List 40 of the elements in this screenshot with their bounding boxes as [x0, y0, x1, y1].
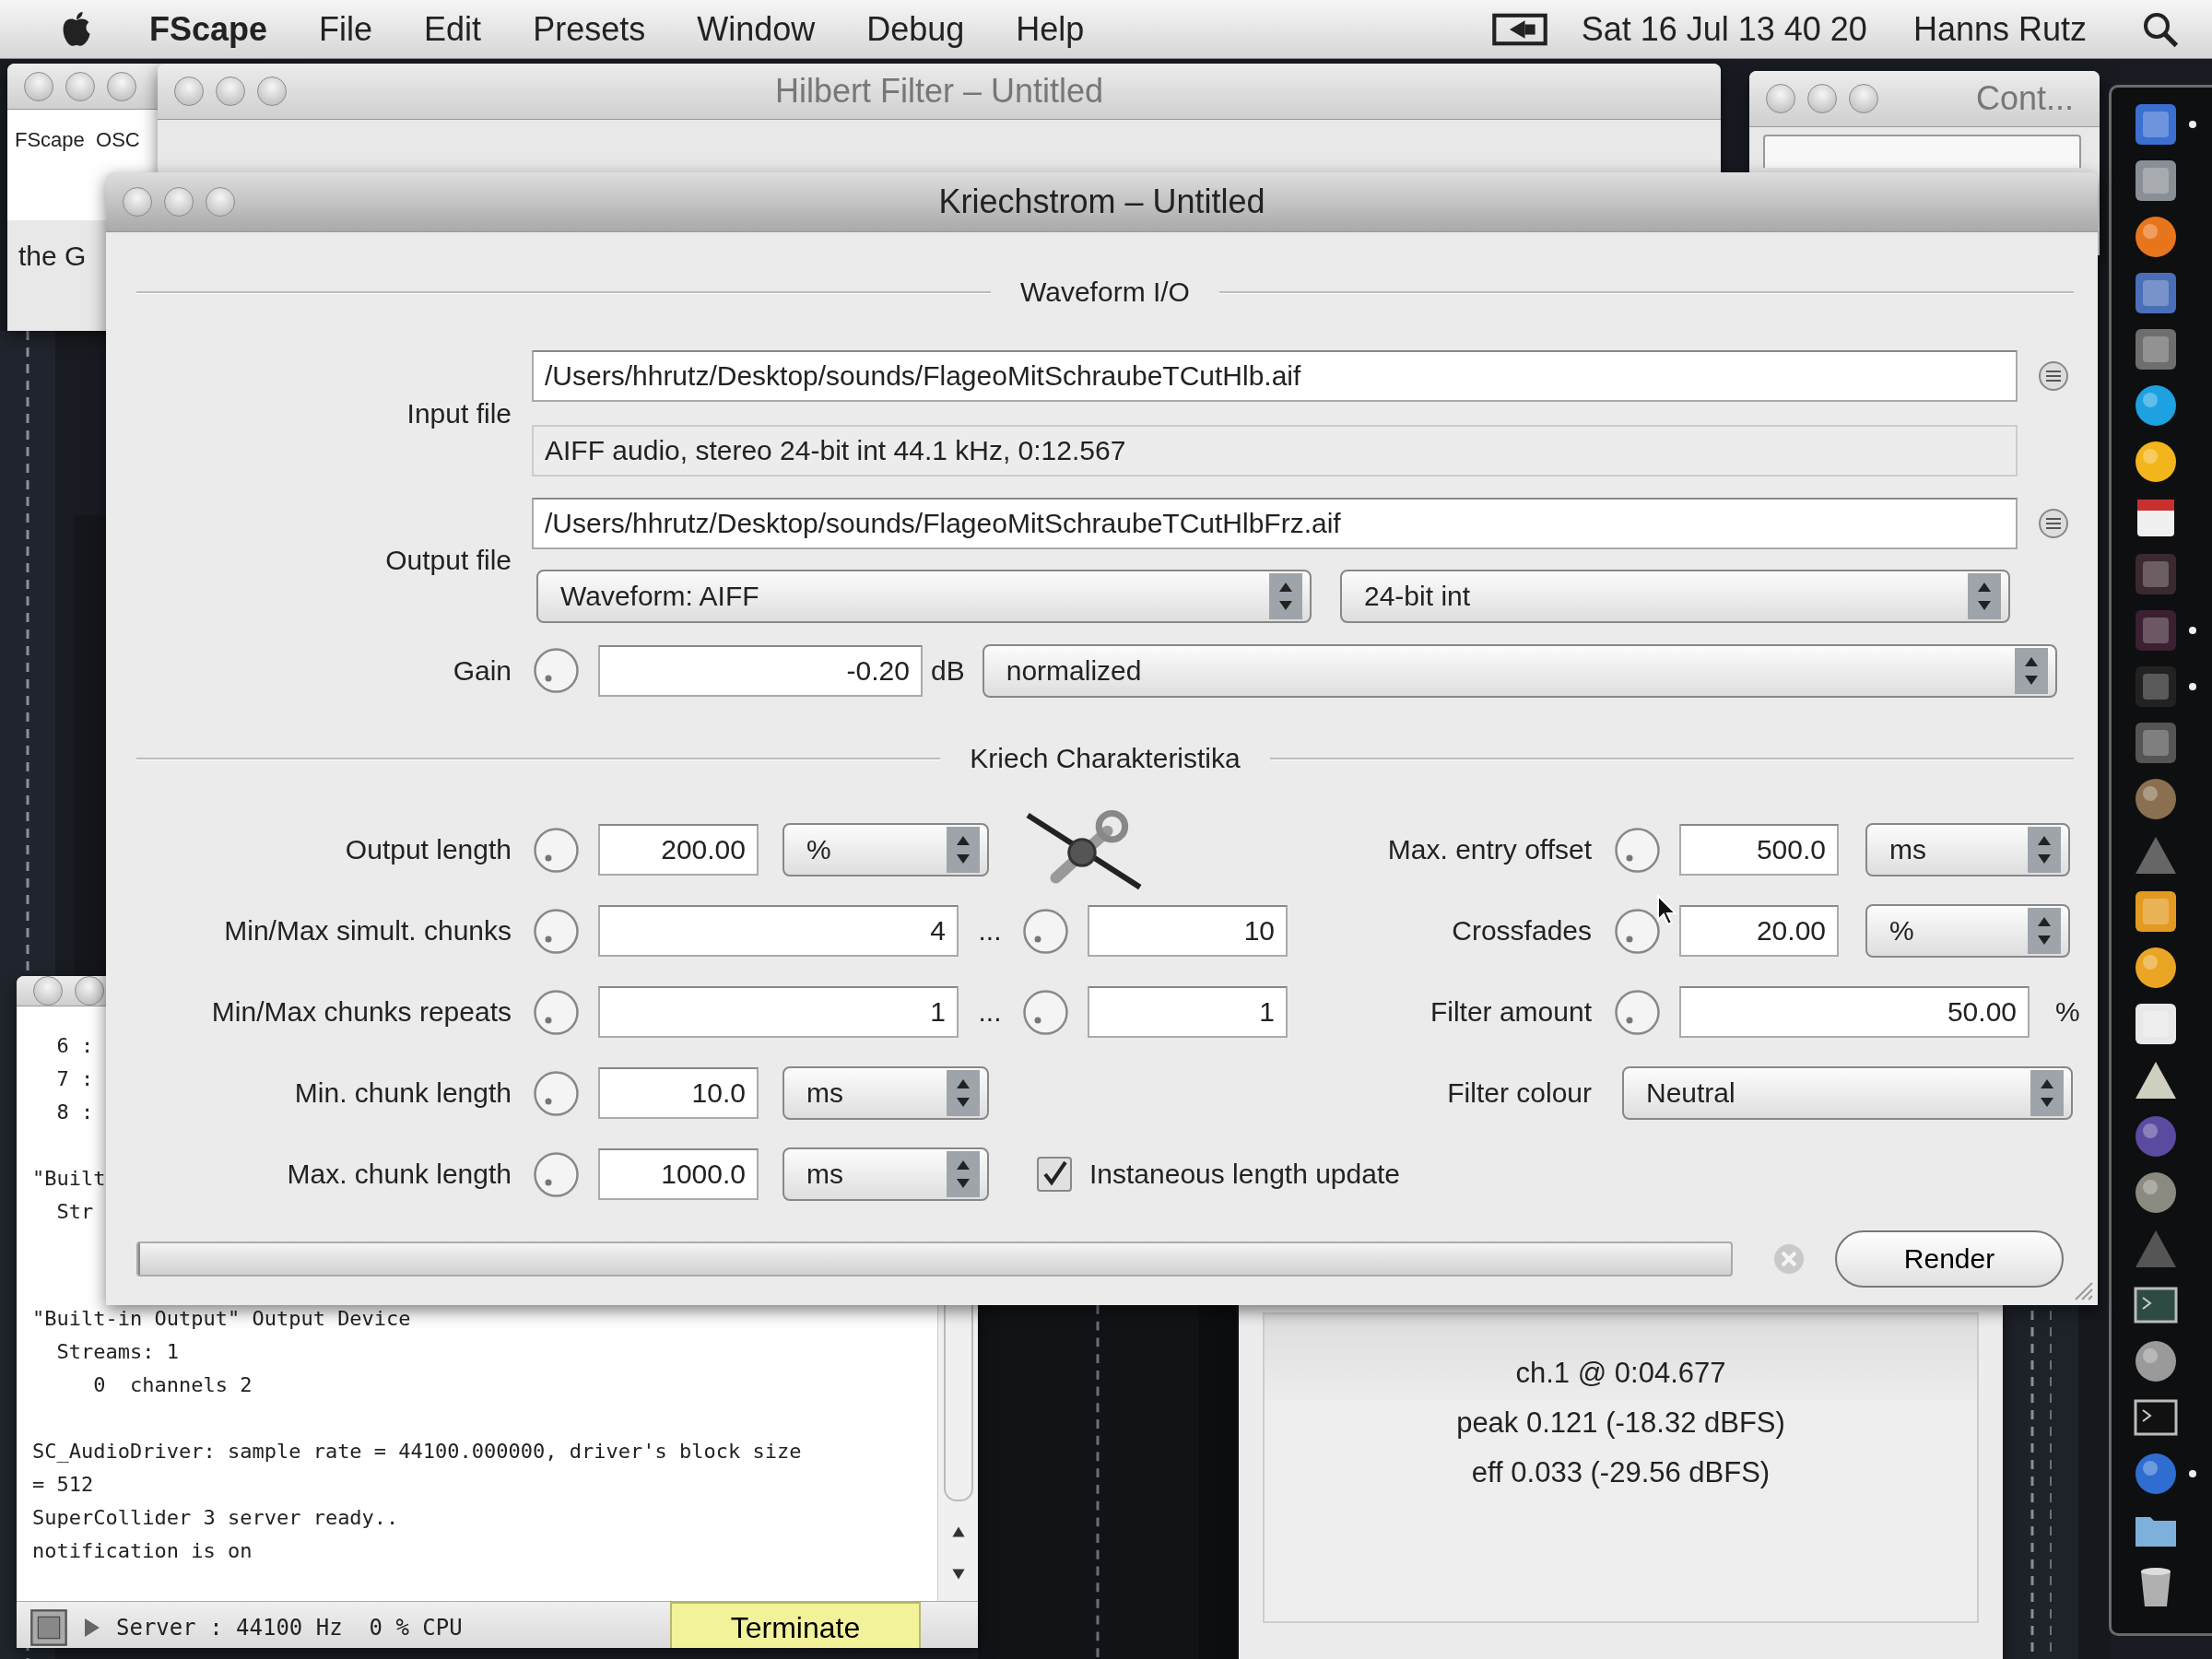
console-line: 6 :	[55, 1033, 94, 1059]
field-label: Min/Max simult. chunks	[223, 915, 512, 947]
console-line: = 512	[32, 1472, 94, 1498]
console-line: 7 :	[55, 1066, 94, 1092]
range-separator: ...	[977, 996, 1003, 1028]
field-label: Min/Max chunks repeats	[210, 996, 512, 1028]
field-label: Filter colour	[1446, 1077, 1592, 1109]
console-line: "Built-in Output" Output Device	[32, 1306, 411, 1332]
console-line: "Built	[32, 1166, 106, 1192]
section-title: Kriech Charakteristika	[969, 743, 1241, 774]
range-separator: ...	[977, 915, 1003, 947]
field-label: Max. chunk length	[286, 1159, 512, 1190]
server-status: Server : 44100 Hz 0 % CPU	[116, 1615, 464, 1641]
field-label: Filter amount	[1429, 996, 1592, 1028]
field-label: Crossfades	[1451, 915, 1592, 947]
file-info-field: AIFF audio, stereo 24-bit int 44.1 kHz, 0:12.567	[532, 424, 2018, 477]
field-label: Min. chunk length	[293, 1077, 512, 1109]
window-text: FScape OSC	[15, 128, 140, 151]
meter-reading: peak 0.121 (-18.32 dBFS)	[1456, 1406, 1785, 1441]
console-line: Str	[55, 1199, 94, 1225]
unit-label: dB	[931, 654, 965, 687]
field-label: Input file	[406, 397, 512, 429]
field-label: Output length	[344, 834, 512, 865]
console-line: SC_AudioDriver: sample rate = 44100.000000, driver's block size	[32, 1439, 802, 1465]
console-line: notification is on	[32, 1538, 253, 1564]
window-title: Hilbert Filter – Untitled	[773, 72, 1105, 111]
field-label: Gain	[452, 654, 512, 687]
field-label: Max. entry offset	[1386, 834, 1592, 865]
meter-reading: eff 0.033 (-29.56 dBFS)	[1471, 1456, 1771, 1490]
unit-label: %	[2055, 996, 2080, 1028]
section-title: Waveform I/O	[1019, 276, 1191, 308]
window-title: Cont...	[1974, 79, 2075, 118]
meter-reading: ch.1 @ 0:04.677	[1515, 1357, 1726, 1391]
console-line: 8 :	[55, 1100, 94, 1125]
window-text: the G	[18, 241, 87, 271]
field-label: Output file	[384, 544, 512, 576]
console-line: Streams: 1	[55, 1339, 179, 1365]
console-line: 0 channels 2	[92, 1372, 253, 1398]
console-line: SuperCollider 3 server ready..	[32, 1505, 399, 1531]
window-title: Kriechstrom – Untitled	[937, 182, 1266, 221]
